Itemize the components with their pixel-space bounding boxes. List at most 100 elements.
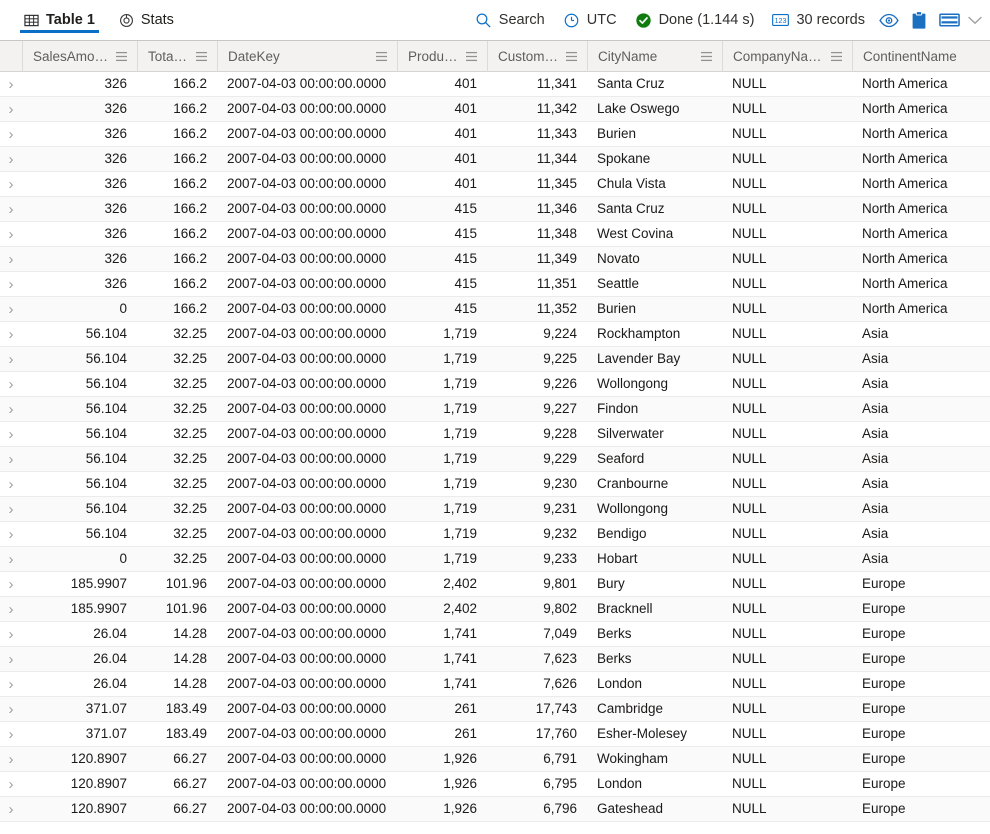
cell-productkey: 1,719 (443, 551, 477, 566)
cell-salesamount: 0 (119, 301, 127, 316)
row-expander-icon[interactable]: › (0, 501, 22, 518)
cell-salesamount: 326 (104, 151, 127, 166)
row-expander-icon[interactable]: › (0, 301, 22, 318)
table-row[interactable]: › 371.07 183.49 2007-04-03 00:00:00.0000 261… (0, 722, 990, 747)
row-expander-icon[interactable]: › (0, 276, 22, 293)
column-header-companyname[interactable]: CompanyName (722, 40, 852, 72)
column-menu-icon[interactable] (109, 51, 128, 62)
cell-cityname: Seaford (597, 451, 645, 466)
expander-header (0, 41, 22, 72)
column-header-totalcost[interactable]: TotalCost (137, 40, 217, 72)
row-expander-icon[interactable]: › (0, 751, 22, 768)
cell-totalcost: 66.27 (173, 776, 207, 791)
row-expander-icon[interactable]: › (0, 576, 22, 593)
column-header-productkey[interactable]: ProductKey (397, 40, 487, 72)
row-expander-icon[interactable]: › (0, 701, 22, 718)
row-expander-icon[interactable]: › (0, 776, 22, 793)
eye-icon[interactable] (874, 5, 904, 35)
chevron-down-icon[interactable] (964, 5, 986, 35)
row-expander-icon[interactable]: › (0, 251, 22, 268)
row-expander-icon[interactable]: › (0, 626, 22, 643)
table-row[interactable]: › 0 32.25 2007-04-03 00:00:00.0000 1,719 9,23… (0, 547, 990, 572)
table-row[interactable]: › 56.104 32.25 2007-04-03 00:00:00.0000 1,71… (0, 522, 990, 547)
table-row[interactable]: › 26.04 14.28 2007-04-03 00:00:00.0000 1,741… (0, 672, 990, 697)
column-menu-icon[interactable] (189, 51, 208, 62)
table-row[interactable]: › 120.8907 66.27 2007-04-03 00:00:00.0000 1,… (0, 797, 990, 822)
row-expander-icon[interactable]: › (0, 376, 22, 393)
row-expander-icon[interactable]: › (0, 351, 22, 368)
row-expander-icon[interactable]: › (0, 551, 22, 568)
table-row[interactable]: › 26.04 14.28 2007-04-03 00:00:00.0000 1,741… (0, 622, 990, 647)
table-row[interactable]: › 56.104 32.25 2007-04-03 00:00:00.0000 1,71… (0, 397, 990, 422)
row-expander-icon[interactable]: › (0, 201, 22, 218)
row-expander-icon[interactable]: › (0, 676, 22, 693)
table-row[interactable]: › 326 166.2 2007-04-03 00:00:00.0000 415 11,3… (0, 272, 990, 297)
column-header-salesamount[interactable]: SalesAmount (22, 40, 137, 72)
cell-customerkey: 7,049 (543, 626, 577, 641)
cell-datekey: 2007-04-03 00:00:00.0000 (227, 651, 387, 666)
cell-datekey: 2007-04-03 00:00:00.0000 (227, 751, 387, 766)
table-row[interactable]: › 56.104 32.25 2007-04-03 00:00:00.0000 1,71… (0, 422, 990, 447)
column-menu-icon[interactable] (824, 51, 843, 62)
row-expander-icon[interactable]: › (0, 176, 22, 193)
table-row[interactable]: › 56.104 32.25 2007-04-03 00:00:00.0000 1,71… (0, 447, 990, 472)
table-row[interactable]: › 26.04 14.28 2007-04-03 00:00:00.0000 1,741… (0, 647, 990, 672)
table-row[interactable]: › 326 166.2 2007-04-03 00:00:00.0000 415 11,3… (0, 197, 990, 222)
row-expander-icon[interactable]: › (0, 451, 22, 468)
cell-salesamount: 120.8907 (70, 801, 127, 816)
cell-cityname: Gateshead (597, 801, 664, 816)
table-row[interactable]: › 326 166.2 2007-04-03 00:00:00.0000 401 11,3… (0, 147, 990, 172)
row-expander-icon[interactable]: › (0, 101, 22, 118)
row-expander-icon[interactable]: › (0, 76, 22, 93)
cell-totalcost: 166.2 (173, 226, 207, 241)
column-header-cityname[interactable]: CityName (587, 40, 722, 72)
row-expander-icon[interactable]: › (0, 226, 22, 243)
table-row[interactable]: › 56.104 32.25 2007-04-03 00:00:00.0000 1,71… (0, 322, 990, 347)
table-row[interactable]: › 120.8907 66.27 2007-04-03 00:00:00.0000 1,… (0, 747, 990, 772)
table-row[interactable]: › 326 166.2 2007-04-03 00:00:00.0000 401 11,3… (0, 72, 990, 97)
table-row[interactable]: › 0 166.2 2007-04-03 00:00:00.0000 415 11,352… (0, 297, 990, 322)
column-header-datekey[interactable]: DateKey (217, 40, 397, 72)
row-expander-icon[interactable]: › (0, 326, 22, 343)
timezone-button[interactable]: UTC (554, 5, 626, 35)
table-row[interactable]: › 56.104 32.25 2007-04-03 00:00:00.0000 1,71… (0, 497, 990, 522)
row-expander-icon[interactable]: › (0, 476, 22, 493)
table-row[interactable]: › 185.9907 101.96 2007-04-03 00:00:00.0000 2… (0, 572, 990, 597)
grid-body[interactable]: › 326 166.2 2007-04-03 00:00:00.0000 401 11,3… (0, 72, 990, 826)
row-expander-icon[interactable]: › (0, 651, 22, 668)
column-menu-icon[interactable] (559, 51, 578, 62)
table-row[interactable]: › 185.9907 101.96 2007-04-03 00:00:00.0000 2… (0, 597, 990, 622)
table-layout-icon[interactable] (934, 5, 964, 35)
column-menu-icon[interactable] (694, 51, 713, 62)
table-row[interactable]: › 120.8907 66.27 2007-04-03 00:00:00.0000 1,… (0, 772, 990, 797)
clipboard-icon[interactable] (904, 5, 934, 35)
cell-cityname: Lake Oswego (597, 101, 680, 116)
table-row[interactable]: › 326 166.2 2007-04-03 00:00:00.0000 415 11,3… (0, 247, 990, 272)
table-row[interactable]: › 326 166.2 2007-04-03 00:00:00.0000 401 11,3… (0, 172, 990, 197)
row-expander-icon[interactable]: › (0, 601, 22, 618)
row-expander-icon[interactable]: › (0, 526, 22, 543)
table-row[interactable]: › 56.104 32.25 2007-04-03 00:00:00.0000 1,71… (0, 372, 990, 397)
row-expander-icon[interactable]: › (0, 401, 22, 418)
table-row[interactable]: › 371.07 183.49 2007-04-03 00:00:00.0000 261… (0, 697, 990, 722)
row-expander-icon[interactable]: › (0, 801, 22, 818)
row-expander-icon[interactable]: › (0, 151, 22, 168)
tab-table-1[interactable]: Table 1 (12, 0, 107, 40)
table-row[interactable]: › 326 166.2 2007-04-03 00:00:00.0000 401 11,3… (0, 97, 990, 122)
column-menu-icon[interactable] (459, 51, 478, 62)
row-expander-icon[interactable]: › (0, 426, 22, 443)
table-row[interactable]: › 326 166.2 2007-04-03 00:00:00.0000 401 11,3… (0, 122, 990, 147)
cell-customerkey: 9,228 (543, 426, 577, 441)
table-row[interactable]: › 56.104 32.25 2007-04-03 00:00:00.0000 1,71… (0, 472, 990, 497)
cell-continentname: North America (862, 251, 948, 266)
row-expander-icon[interactable]: › (0, 126, 22, 143)
table-row[interactable]: › 56.104 32.25 2007-04-03 00:00:00.0000 1,71… (0, 347, 990, 372)
tab-stats[interactable]: Stats (107, 0, 186, 40)
table-row[interactable]: › 326 166.2 2007-04-03 00:00:00.0000 415 11,3… (0, 222, 990, 247)
column-menu-icon[interactable] (369, 51, 388, 62)
cell-customerkey: 9,232 (543, 526, 577, 541)
column-header-continentname[interactable]: ContinentName (852, 40, 990, 72)
column-header-customerkey[interactable]: CustomerKey (487, 40, 587, 72)
row-expander-icon[interactable]: › (0, 726, 22, 743)
search-button[interactable]: Search (466, 5, 554, 35)
